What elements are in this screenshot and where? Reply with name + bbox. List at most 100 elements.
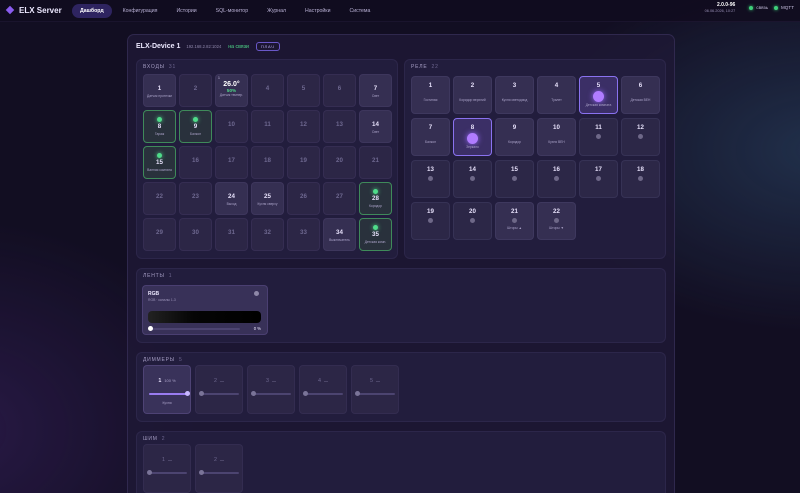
input-cell[interactable]: 22 [143,182,176,215]
input-cell[interactable]: 35 Детская комн. [359,218,392,251]
dimmer-card[interactable]: 3— [247,365,295,414]
relay-cell[interactable]: 7 Балкон [411,118,450,156]
nav-configuration[interactable]: Конфигурация [115,4,166,18]
pwm-slider-handle[interactable] [147,470,152,475]
input-number: 4 [265,85,270,92]
relay-cell[interactable]: 22 Шторы ▼ [537,202,576,240]
input-cell[interactable]: 21 [359,146,392,179]
input-cell[interactable]: 15 Ванная комната [143,146,176,179]
input-cell[interactable]: 29 [143,218,176,251]
relay-cell[interactable]: 14 [453,160,492,198]
nav-system[interactable]: Система [341,4,378,18]
input-cell[interactable]: 4 [251,74,284,107]
input-cell[interactable]: 9 Балкон [179,110,212,143]
relay-cell[interactable]: 10 Кухня ВЕН [537,118,576,156]
pwm-slider[interactable] [201,472,239,474]
dimmer-card[interactable]: 5— [351,365,399,414]
dimmer-card[interactable]: 4— [299,365,347,414]
pwm-card[interactable]: 1— [143,444,191,493]
pwm-card[interactable]: 2— [195,444,243,493]
input-cell[interactable]: 13 [323,110,356,143]
nav-settings[interactable]: Настройки [297,4,338,18]
relay-cell[interactable]: 20 [453,202,492,240]
relay-off-icon [596,134,601,139]
input-cell[interactable]: 18 [251,146,284,179]
dimmer-slider[interactable] [357,393,395,395]
dimmer-card[interactable]: 1 100 % Кухня [143,365,191,414]
input-cell[interactable]: 28 Коридор [359,182,392,215]
relay-cell[interactable]: 8 Зеркало [453,118,492,156]
relay-cell[interactable]: 4 Туалет [537,76,576,114]
input-cell[interactable]: 1 Датчик протечки [143,74,176,107]
input-cell[interactable]: 24 Выход [215,182,248,215]
dimmer-slider-handle[interactable] [251,391,256,396]
input-cell[interactable]: 20 [323,146,356,179]
relay-off-icon [638,134,643,139]
input-cell[interactable]: 27 [323,182,356,215]
pwm-slider-handle[interactable] [199,470,204,475]
input-cell[interactable]: 26 [287,182,320,215]
relay-cell[interactable]: 9 Коридор [495,118,534,156]
input-cell[interactable]: 14 Свет [359,110,392,143]
input-cell[interactable]: 23 [179,182,212,215]
input-number: 1 [157,85,162,92]
input-cell[interactable]: 31 [215,218,248,251]
input-label: Выключатель [329,238,350,242]
input-cell[interactable]: 11 [251,110,284,143]
rgb-color-preview[interactable] [148,311,261,323]
rgb-brightness-slider[interactable] [150,328,240,330]
dimmer-slider-handle[interactable] [303,391,308,396]
rgb-state-icon[interactable] [254,291,259,296]
pwm-slider[interactable] [149,472,187,474]
brand[interactable]: ELX Server [6,6,68,15]
rgb-slider-handle[interactable] [148,326,153,331]
input-cell[interactable]: 2 [179,74,212,107]
dimmer-slider-fill [149,393,187,395]
input-cell[interactable]: 19 [287,146,320,179]
dimmer-slider[interactable] [201,393,239,395]
nav-dashboard[interactable]: Дашборд [72,3,112,18]
input-label: Свет [371,94,380,98]
nav-journal[interactable]: Журнал [259,4,294,18]
input-number: 31 [228,229,235,236]
rgb-strip-card[interactable]: RGB RGB · каналы 1-3 0 % [142,285,268,335]
dimmer-slider-handle[interactable] [199,391,204,396]
relay-cell[interactable]: 21 Шторы ▲ [495,202,534,240]
input-cell[interactable]: 5 [287,74,320,107]
relay-cell[interactable]: 19 [411,202,450,240]
relay-cell[interactable]: 16 [537,160,576,198]
relay-cell[interactable]: 13 [411,160,450,198]
relay-cell[interactable]: 18 [621,160,660,198]
nav-sql-monitor[interactable]: SQL-монитор [208,4,256,18]
input-cell[interactable]: 17 [215,146,248,179]
input-cell[interactable]: 10 [215,110,248,143]
relay-cell[interactable]: 1 Гостиная [411,76,450,114]
relay-cell[interactable]: 17 [579,160,618,198]
nav-history[interactable]: Истории [168,4,204,18]
relay-cell[interactable]: 15 [495,160,534,198]
input-cell[interactable]: 34 Выключатель [323,218,356,251]
input-cell[interactable]: 7 Свет [359,74,392,107]
dimmer-card[interactable]: 2— [195,365,243,414]
dimmer-slider-handle[interactable] [355,391,360,396]
relay-cell[interactable]: 3 Кухня светодиод [495,76,534,114]
relay-cell[interactable]: 12 [621,118,660,156]
relay-cell[interactable]: 5 Детская комната [579,76,618,114]
dimmer-slider-handle[interactable] [185,391,190,396]
input-cell[interactable]: 16 [179,146,212,179]
relay-cell[interactable]: 11 [579,118,618,156]
input-cell[interactable]: 25 Кухня сверху [251,182,284,215]
dimmer-slider[interactable] [253,393,291,395]
input-cell[interactable]: 32 [251,218,284,251]
input-cell[interactable]: 12 [287,110,320,143]
input-cell[interactable]: 1 26.0° 50% Датчик темпер. [215,74,248,107]
input-cell[interactable]: 6 [323,74,356,107]
input-cell[interactable]: 8 Гараж [143,110,176,143]
input-cell[interactable]: 30 [179,218,212,251]
device-tag[interactable]: ПЛАЧ [255,42,280,51]
input-cell[interactable]: 33 [287,218,320,251]
dimmer-slider[interactable] [305,393,343,395]
relay-cell[interactable]: 6 Детская ВЕН [621,76,660,114]
relay-cell[interactable]: 2 Коридор верхний [453,76,492,114]
input-label: Ванная комната [147,168,172,172]
